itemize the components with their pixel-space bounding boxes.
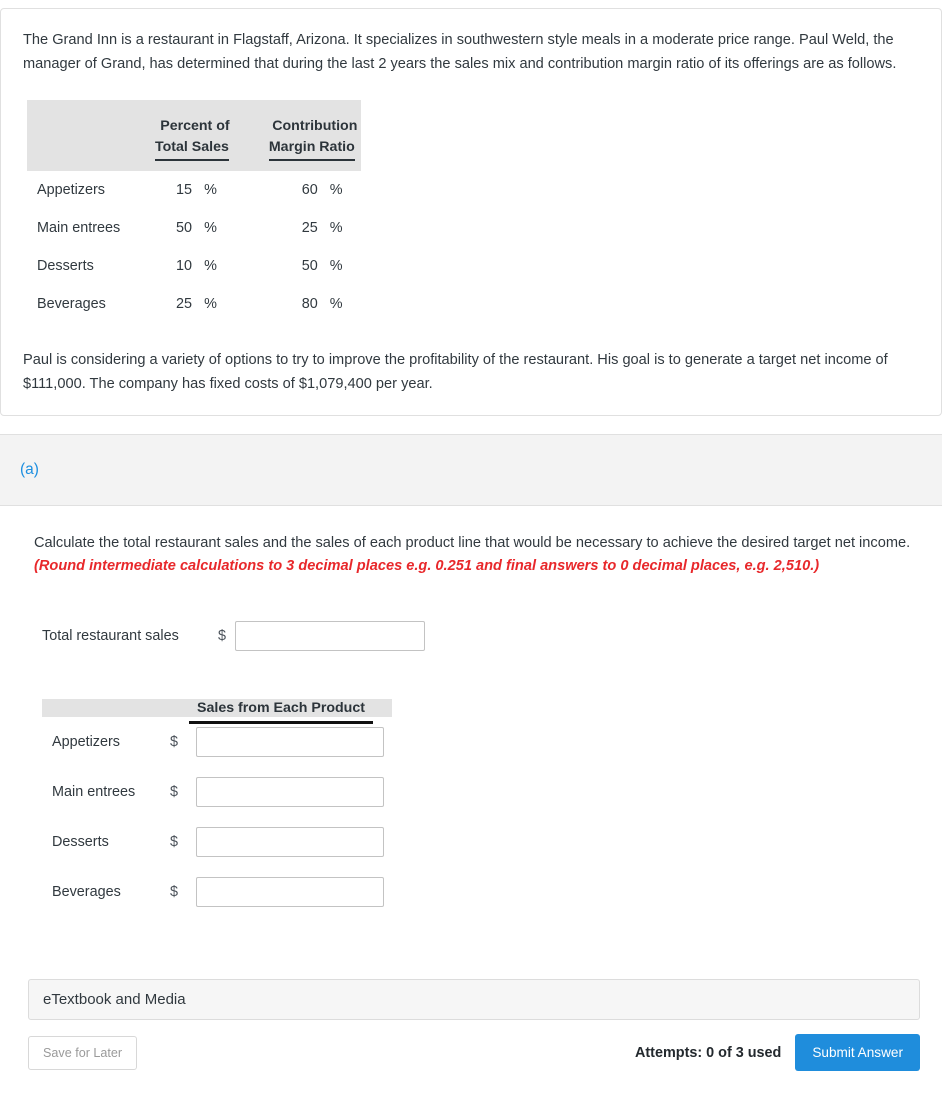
- main-entrees-sales-input[interactable]: [196, 777, 384, 808]
- product-header-blank: [42, 699, 170, 718]
- attempts-status-text: Attempts: 0 of 3 used: [635, 1044, 782, 1061]
- mix-table-header-row: Percent of Total Sales Contribution Marg…: [27, 100, 361, 162]
- mix-row-percent-symbol: %: [204, 220, 217, 237]
- product-header-sales-from-each-product: Sales from Each Product: [170, 687, 392, 725]
- mix-row-margin-symbol: %: [329, 258, 343, 275]
- mix-header-contribution-margin-ratio: Contribution Margin Ratio: [268, 100, 361, 162]
- mix-header-blank: [27, 100, 155, 162]
- table-row: Main entrees $: [42, 767, 392, 817]
- footer-actions: Save for Later Attempts: 0 of 3 used Sub…: [28, 1034, 920, 1072]
- mix-row-percent-symbol: %: [204, 182, 217, 199]
- mix-row-percent-symbol: %: [204, 296, 217, 313]
- mix-header-gap: [234, 100, 269, 162]
- mix-row-gap: [235, 285, 269, 323]
- mix-row-margin-symbol: %: [329, 296, 343, 313]
- table-row: Desserts 10 % 50 %: [27, 247, 361, 285]
- mix-row-percent-symbol: %: [204, 258, 217, 275]
- mix-row-gap: [235, 209, 269, 247]
- sales-from-each-product-table: Sales from Each Product Appetizers $ Mai…: [42, 687, 392, 917]
- product-row-label: Beverages: [52, 884, 121, 901]
- dollar-sign-icon: $: [170, 784, 179, 801]
- mix-row-margin-value: 80: [301, 296, 318, 313]
- dollar-sign-icon: $: [218, 628, 227, 645]
- problem-statement-card: The Grand Inn is a restaurant in Flagsta…: [0, 8, 942, 416]
- mix-row-margin-symbol: %: [329, 182, 343, 199]
- mix-table-body: Appetizers 15 % 60 % Main entrees 50 % 2…: [27, 171, 361, 323]
- table-row: Main entrees 50 % 25 %: [27, 209, 361, 247]
- total-restaurant-sales-row: Total restaurant sales $: [42, 621, 920, 652]
- product-header-text: Sales from Each Product: [189, 687, 373, 725]
- total-restaurant-sales-input[interactable]: [235, 621, 426, 652]
- mix-header-percent-line2: Total Sales: [155, 137, 229, 162]
- sales-mix-table: Percent of Total Sales Contribution Marg…: [27, 100, 361, 323]
- beverages-sales-input[interactable]: [196, 877, 384, 908]
- mix-header-percent-line1: Percent of: [160, 118, 230, 135]
- mix-row-margin-value: 25: [301, 220, 318, 237]
- mix-row-percent-value: 50: [176, 220, 193, 237]
- mix-row-margin-symbol: %: [329, 220, 343, 237]
- problem-goal-text: Paul is considering a variety of options…: [23, 352, 888, 393]
- instruction-main-text: Calculate the total restaurant sales and…: [34, 534, 911, 551]
- table-row: Beverages 25 % 80 %: [27, 285, 361, 323]
- desserts-sales-input[interactable]: [196, 827, 384, 858]
- mix-row-label: Appetizers: [37, 182, 105, 199]
- table-row: Beverages $: [42, 867, 392, 917]
- submit-answer-button[interactable]: Submit Answer: [795, 1034, 920, 1072]
- etextbook-and-media-bar[interactable]: eTextbook and Media: [28, 979, 920, 1021]
- product-row-input-cell: [192, 767, 392, 817]
- product-row-input-cell: [192, 717, 392, 767]
- problem-intro-text: The Grand Inn is a restaurant in Flagsta…: [23, 32, 897, 72]
- table-row: Appetizers 15 % 60 %: [27, 171, 361, 209]
- dollar-sign-icon: $: [170, 834, 179, 851]
- mix-row-label: Beverages: [37, 296, 106, 313]
- mix-header-spacer-cell: [27, 161, 361, 172]
- product-row-label: Desserts: [52, 834, 109, 851]
- part-a-label: (a): [20, 460, 39, 478]
- table-row: Desserts $: [42, 817, 392, 867]
- save-for-later-button[interactable]: Save for Later: [28, 1035, 138, 1070]
- table-row: Appetizers $: [42, 717, 392, 767]
- appetizers-sales-input[interactable]: [196, 727, 384, 758]
- dollar-sign-icon: $: [170, 734, 179, 751]
- total-restaurant-sales-label: Total restaurant sales: [42, 628, 179, 645]
- mix-header-margin-line2: Margin Ratio: [268, 137, 355, 162]
- footer-right-group: Attempts: 0 of 3 used Submit Answer: [635, 1034, 920, 1072]
- product-row-input-cell: [192, 817, 392, 867]
- mix-row-percent-value: 15: [176, 182, 193, 199]
- mix-header-percent-total-sales: Percent of Total Sales: [155, 100, 235, 162]
- mix-row-label: Main entrees: [37, 220, 121, 237]
- product-table-header-row: Sales from Each Product: [42, 687, 392, 725]
- mix-row-gap: [235, 247, 269, 285]
- mix-row-percent-value: 25: [176, 296, 193, 313]
- mix-row-margin-value: 60: [301, 182, 318, 199]
- part-a-body: Calculate the total restaurant sales and…: [0, 506, 942, 933]
- mix-row-label: Desserts: [37, 258, 94, 275]
- product-table-body: Appetizers $ Main entrees $ Desserts $ B…: [42, 717, 392, 917]
- mix-row-margin-value: 50: [301, 258, 318, 275]
- product-row-input-cell: [192, 867, 392, 917]
- mix-table-header-spacer: [27, 161, 361, 172]
- product-row-label: Appetizers: [52, 734, 120, 751]
- mix-row-percent-value: 10: [176, 258, 193, 275]
- product-row-label: Main entrees: [52, 784, 136, 801]
- dollar-sign-icon: $: [170, 884, 179, 901]
- part-a-header: (a): [0, 433, 942, 506]
- instruction-rounding-note: (Round intermediate calculations to 3 de…: [34, 558, 820, 575]
- mix-row-gap: [235, 171, 269, 209]
- mix-header-margin-line1: Contribution: [272, 118, 358, 135]
- part-a-instruction: Calculate the total restaurant sales and…: [34, 532, 920, 579]
